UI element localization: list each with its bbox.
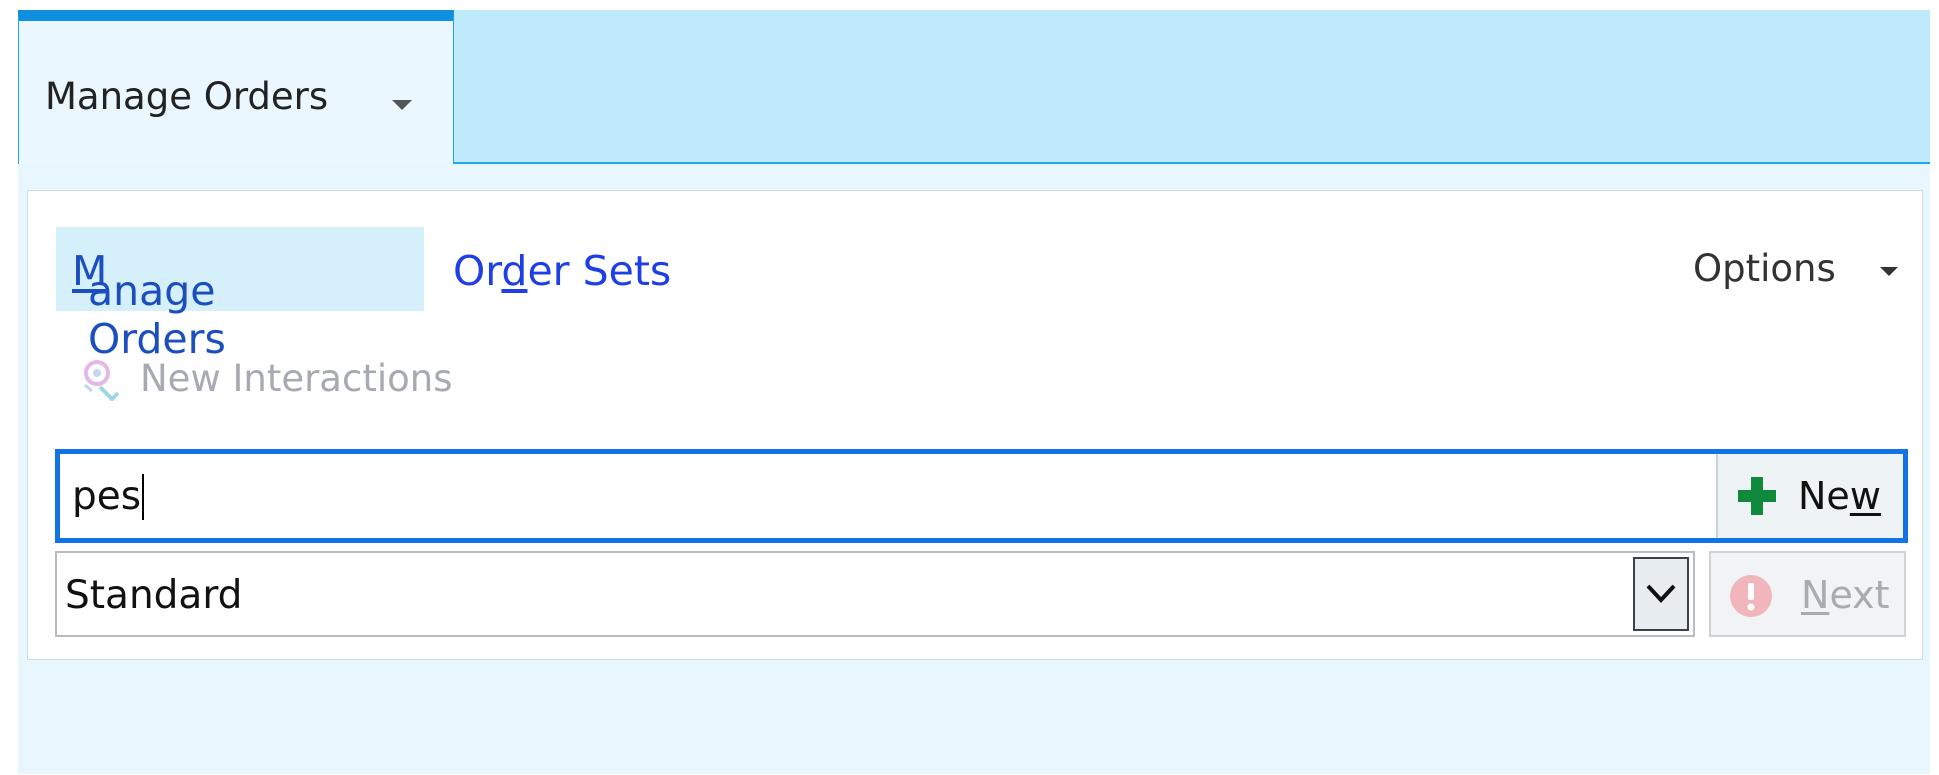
- subtab-manage-orders-label: Manage Orders: [72, 247, 226, 363]
- caret-down-icon[interactable]: [1880, 267, 1898, 276]
- warning-icon: [1730, 575, 1772, 617]
- order-type-value: Standard: [65, 573, 243, 618]
- interactions-icon: [84, 360, 120, 401]
- next-button[interactable]: Next: [1709, 551, 1906, 637]
- subtab-manage-orders[interactable]: Manage Orders: [56, 227, 424, 363]
- order-search-input[interactable]: [64, 454, 1720, 538]
- orders-panel: Manage Orders Order Sets Options New Int…: [27, 190, 1923, 660]
- subtab-order-sets[interactable]: Order Sets: [453, 247, 671, 295]
- options-menu-button[interactable]: Options: [1693, 247, 1836, 290]
- chevron-down-icon: [1646, 584, 1676, 603]
- new-order-button[interactable]: New: [1716, 454, 1903, 538]
- chevron-down-icon[interactable]: [392, 100, 412, 110]
- text-cursor: [142, 474, 144, 520]
- new-interactions-label: New Interactions: [140, 357, 453, 400]
- order-type-dropdown-button[interactable]: [1633, 557, 1689, 631]
- tab-label: Manage Orders: [45, 75, 329, 118]
- order-search-box: New: [55, 449, 1908, 543]
- order-entry-window: Manage Orders Manage Orders Order Sets O…: [18, 10, 1930, 774]
- new-button-label: New: [1798, 474, 1881, 518]
- tab-bar: Manage Orders: [18, 10, 1930, 164]
- next-button-label: Next: [1801, 573, 1890, 617]
- plus-icon: [1738, 477, 1776, 515]
- tab-manage-orders[interactable]: Manage Orders: [18, 10, 454, 164]
- order-type-select[interactable]: Standard: [55, 551, 1695, 637]
